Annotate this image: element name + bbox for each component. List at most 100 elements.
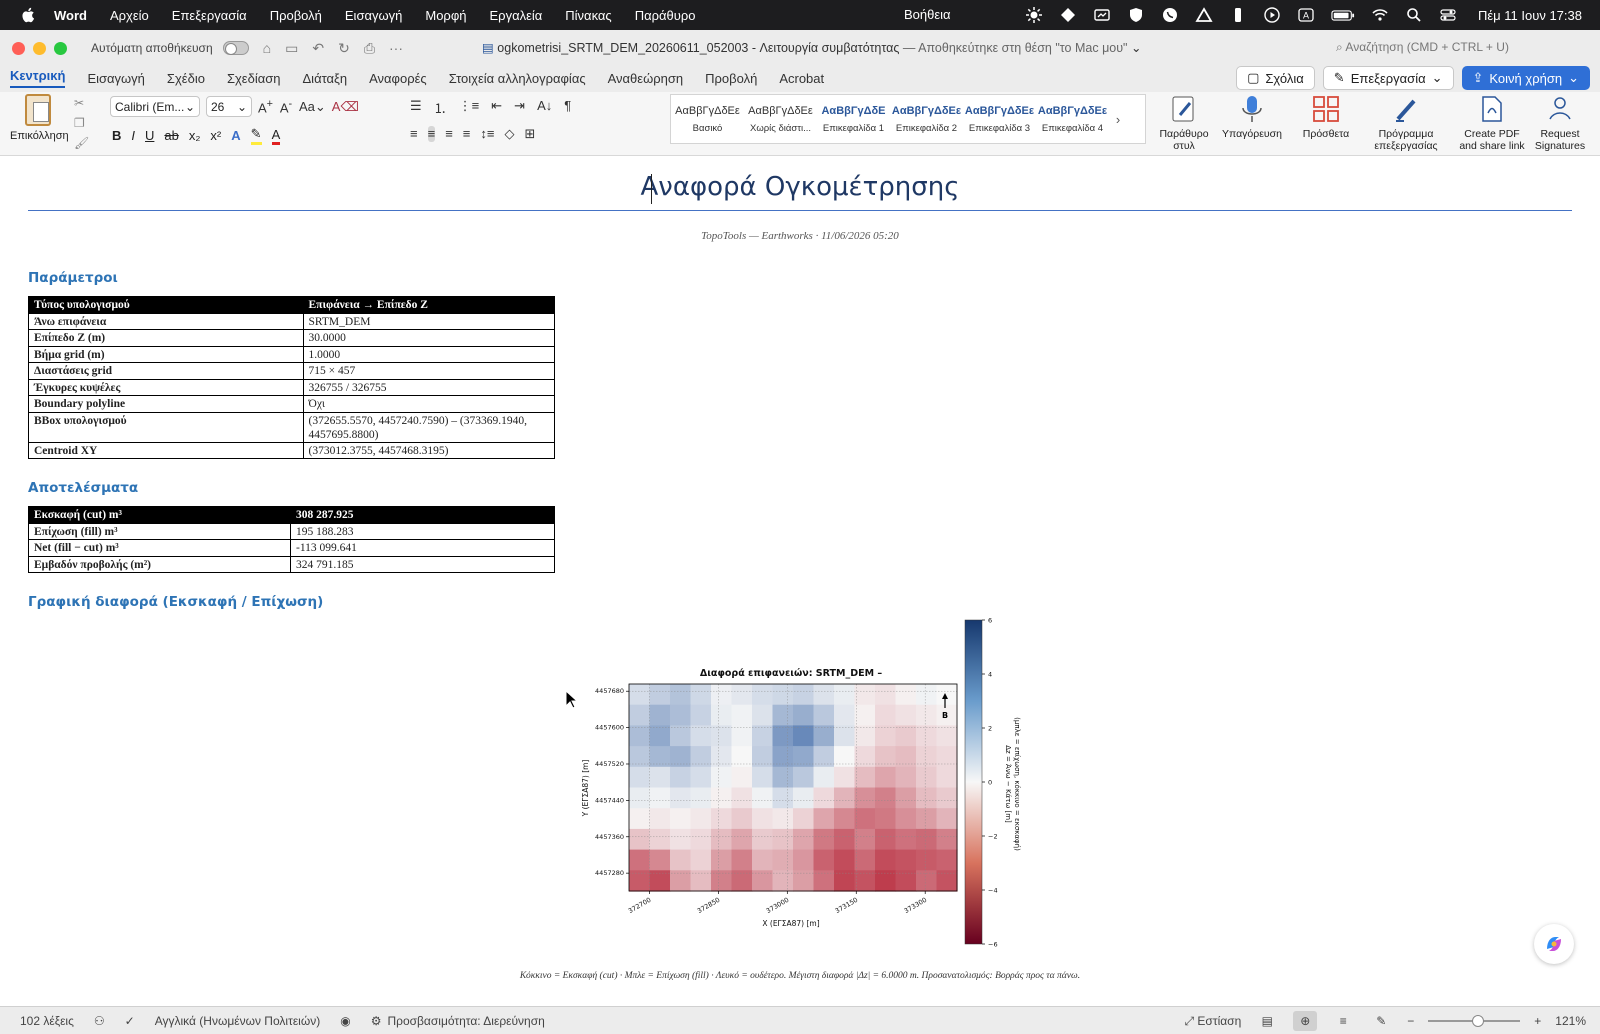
word-count[interactable]: 102 λέξεις bbox=[20, 1014, 74, 1028]
numbering-icon[interactable]: ⒈ bbox=[434, 98, 447, 117]
style-heading-3[interactable]: ΑαΒβΓγΔδΕε Επικεφαλίδα 3 bbox=[963, 95, 1036, 143]
decrease-indent-icon[interactable]: ⇤ bbox=[491, 98, 502, 117]
document-heading[interactable]: Αναφορά Ογκομέτρησης bbox=[0, 172, 1600, 202]
redo-icon[interactable]: ↻ bbox=[338, 40, 350, 57]
bold-icon[interactable]: B bbox=[112, 128, 121, 143]
change-case-icon[interactable]: Aa⌄ bbox=[299, 99, 326, 115]
tab-mailings[interactable]: Στοιχεία αλληλογραφίας bbox=[449, 71, 586, 86]
comments-button[interactable]: ▢ Σχόλια bbox=[1236, 66, 1315, 90]
copy-icon[interactable]: ❐ bbox=[74, 116, 89, 130]
share-button[interactable]: ⇪ Κοινή χρήση ⌄ bbox=[1461, 66, 1590, 90]
screen-capture-icon[interactable] bbox=[1092, 6, 1112, 24]
font-size-select[interactable]: 26 ⌄ bbox=[206, 96, 252, 117]
track-changes-icon[interactable]: ⚇ bbox=[94, 1014, 105, 1028]
menu-format[interactable]: Μορφή bbox=[425, 8, 466, 23]
increase-indent-icon[interactable]: ⇥ bbox=[514, 98, 525, 117]
styles-pane-button[interactable]: Παράθυρο στυλ bbox=[1152, 94, 1216, 152]
input-source-icon[interactable]: A bbox=[1296, 6, 1316, 24]
show-marks-icon[interactable]: ¶ bbox=[564, 98, 571, 117]
copilot-button[interactable] bbox=[1534, 924, 1574, 964]
menu-file[interactable]: Αρχείο bbox=[110, 8, 149, 23]
grow-font-icon[interactable]: A+ bbox=[258, 98, 273, 115]
font-color-icon[interactable]: A bbox=[271, 127, 281, 145]
outline-view-icon[interactable]: ≡ bbox=[1331, 1011, 1355, 1031]
style-heading-4[interactable]: ΑαΒβΓγΔδΕε Επικεφαλίδα 4 bbox=[1036, 95, 1109, 143]
bullets-icon[interactable]: ☰ bbox=[410, 98, 422, 117]
style-no-spacing[interactable]: ΑαΒβΓγΔδΕε Χωρίς διάστι... bbox=[744, 95, 817, 143]
tab-references[interactable]: Αναφορές bbox=[369, 71, 427, 86]
tab-review[interactable]: Αναθεώρηση bbox=[608, 71, 684, 86]
draft-view-icon[interactable]: ✎ bbox=[1369, 1011, 1393, 1031]
play-circle-icon[interactable] bbox=[1262, 6, 1282, 24]
sun-icon[interactable] bbox=[1024, 6, 1044, 24]
style-heading-1[interactable]: ΑαΒβΓγΔδΕ Επικεφαλίδα 1 bbox=[817, 95, 890, 143]
clear-formatting-icon[interactable]: A⌫ bbox=[332, 99, 359, 115]
wifi-icon[interactable] bbox=[1370, 6, 1390, 24]
tab-view[interactable]: Προβολή bbox=[705, 71, 757, 86]
format-painter-icon[interactable]: 🖌 bbox=[74, 136, 89, 150]
shield-icon[interactable] bbox=[1126, 6, 1146, 24]
align-right-icon[interactable]: ≡ bbox=[445, 126, 453, 142]
usb-drive-icon[interactable] bbox=[1228, 6, 1248, 24]
menu-view[interactable]: Προβολή bbox=[270, 8, 322, 23]
shrink-font-icon[interactable]: A- bbox=[279, 98, 293, 115]
focus-button[interactable]: ⤢ Εστίαση bbox=[1184, 1014, 1241, 1029]
zoom-level[interactable]: 121% bbox=[1555, 1014, 1586, 1028]
zoom-out-button[interactable]: − bbox=[1407, 1014, 1414, 1028]
underline-icon[interactable]: U bbox=[145, 128, 154, 143]
print-icon[interactable]: ⎙ bbox=[364, 40, 375, 57]
difference-heatmap-chart[interactable]: Διαφορά επιφανειών: SRTM_DEM – 372700 372… bbox=[570, 616, 1040, 956]
language-indicator[interactable]: Αγγλικά (Ηνωμένων Πολιτειών) bbox=[155, 1014, 320, 1028]
align-center-icon[interactable]: ≡ bbox=[427, 126, 436, 142]
paste-button[interactable]: Επικόλληση bbox=[10, 94, 69, 142]
document-title[interactable]: ▤ ogkometrisi_SRTM_DEM_20260611_052003 -… bbox=[482, 40, 1141, 55]
addins-button[interactable]: Πρόσθετα bbox=[1298, 94, 1354, 140]
menu-window[interactable]: Παράθυρο bbox=[635, 8, 696, 23]
line-spacing-icon[interactable]: ↕≡ bbox=[480, 126, 494, 142]
tab-draw[interactable]: Σχέδιο bbox=[167, 71, 205, 86]
battery-icon[interactable] bbox=[1330, 6, 1356, 24]
cut-icon[interactable]: ✂ bbox=[74, 96, 89, 110]
menu-help[interactable]: Βοήθεια bbox=[904, 7, 951, 22]
editor-button[interactable]: Πρόγραμμα επεξεργασίας bbox=[1368, 94, 1444, 152]
tab-layout[interactable]: Διάταξη bbox=[303, 71, 348, 86]
save-icon[interactable]: ▭ bbox=[285, 40, 298, 57]
create-pdf-button[interactable]: Create PDF and share link bbox=[1456, 94, 1528, 152]
sort-icon[interactable]: A↓ bbox=[537, 98, 552, 117]
menu-clock[interactable]: Πέμ 11 Ιουν 17:38 bbox=[1478, 8, 1582, 23]
document-canvas[interactable]: Αναφορά Ογκομέτρησης TopoTools — Earthwo… bbox=[0, 156, 1600, 1006]
font-name-select[interactable]: Calibri (Em... ⌄ bbox=[110, 96, 200, 117]
tab-design[interactable]: Σχεδίαση bbox=[227, 71, 281, 86]
control-center-icon[interactable] bbox=[1438, 6, 1458, 24]
multilevel-list-icon[interactable]: ⋮≡ bbox=[459, 98, 480, 117]
autosave-toggle[interactable] bbox=[222, 41, 249, 55]
tab-insert[interactable]: Εισαγωγή bbox=[87, 71, 144, 86]
more-icon[interactable]: ··· bbox=[389, 40, 403, 57]
print-layout-icon[interactable]: ▤ bbox=[1255, 1011, 1279, 1031]
italic-icon[interactable]: I bbox=[131, 128, 135, 143]
zoom-in-button[interactable]: + bbox=[1534, 1014, 1541, 1028]
spotlight-search-icon[interactable] bbox=[1404, 6, 1424, 24]
viber-icon[interactable] bbox=[1160, 6, 1180, 24]
styles-more-button[interactable]: › bbox=[1109, 95, 1127, 143]
menu-tools[interactable]: Εργαλεία bbox=[490, 8, 543, 23]
strikethrough-icon[interactable]: ab bbox=[164, 128, 178, 143]
request-signatures-button[interactable]: Request Signatures bbox=[1530, 94, 1590, 152]
menu-app-word[interactable]: Word bbox=[54, 8, 87, 23]
style-normal[interactable]: ΑαΒβΓγΔδΕε Βασικό bbox=[671, 95, 744, 143]
web-layout-icon[interactable]: ⊕ bbox=[1293, 1011, 1318, 1031]
shading-icon[interactable]: ◇ bbox=[504, 126, 514, 142]
proofing-icon[interactable]: ✓ bbox=[125, 1014, 135, 1028]
dictate-button[interactable]: Υπαγόρευση bbox=[1222, 94, 1282, 140]
borders-icon[interactable]: ⊞ bbox=[524, 126, 535, 142]
fullscreen-window-button[interactable] bbox=[54, 41, 67, 55]
style-heading-2[interactable]: ΑαΒβΓγΔδΕε Επικεφαλίδα 2 bbox=[890, 95, 963, 143]
close-window-button[interactable] bbox=[12, 41, 25, 55]
apple-icon[interactable] bbox=[20, 6, 38, 24]
minimize-window-button[interactable] bbox=[33, 41, 46, 55]
macro-record-icon[interactable]: ◉ bbox=[340, 1014, 350, 1028]
highlight-icon[interactable]: ✎ bbox=[250, 126, 262, 145]
text-effects-icon[interactable]: A bbox=[231, 128, 240, 143]
justify-icon[interactable]: ≡ bbox=[463, 126, 471, 142]
search-field[interactable]: ⌕ Αναζήτηση (CMD + CTRL + U) bbox=[1336, 40, 1509, 55]
